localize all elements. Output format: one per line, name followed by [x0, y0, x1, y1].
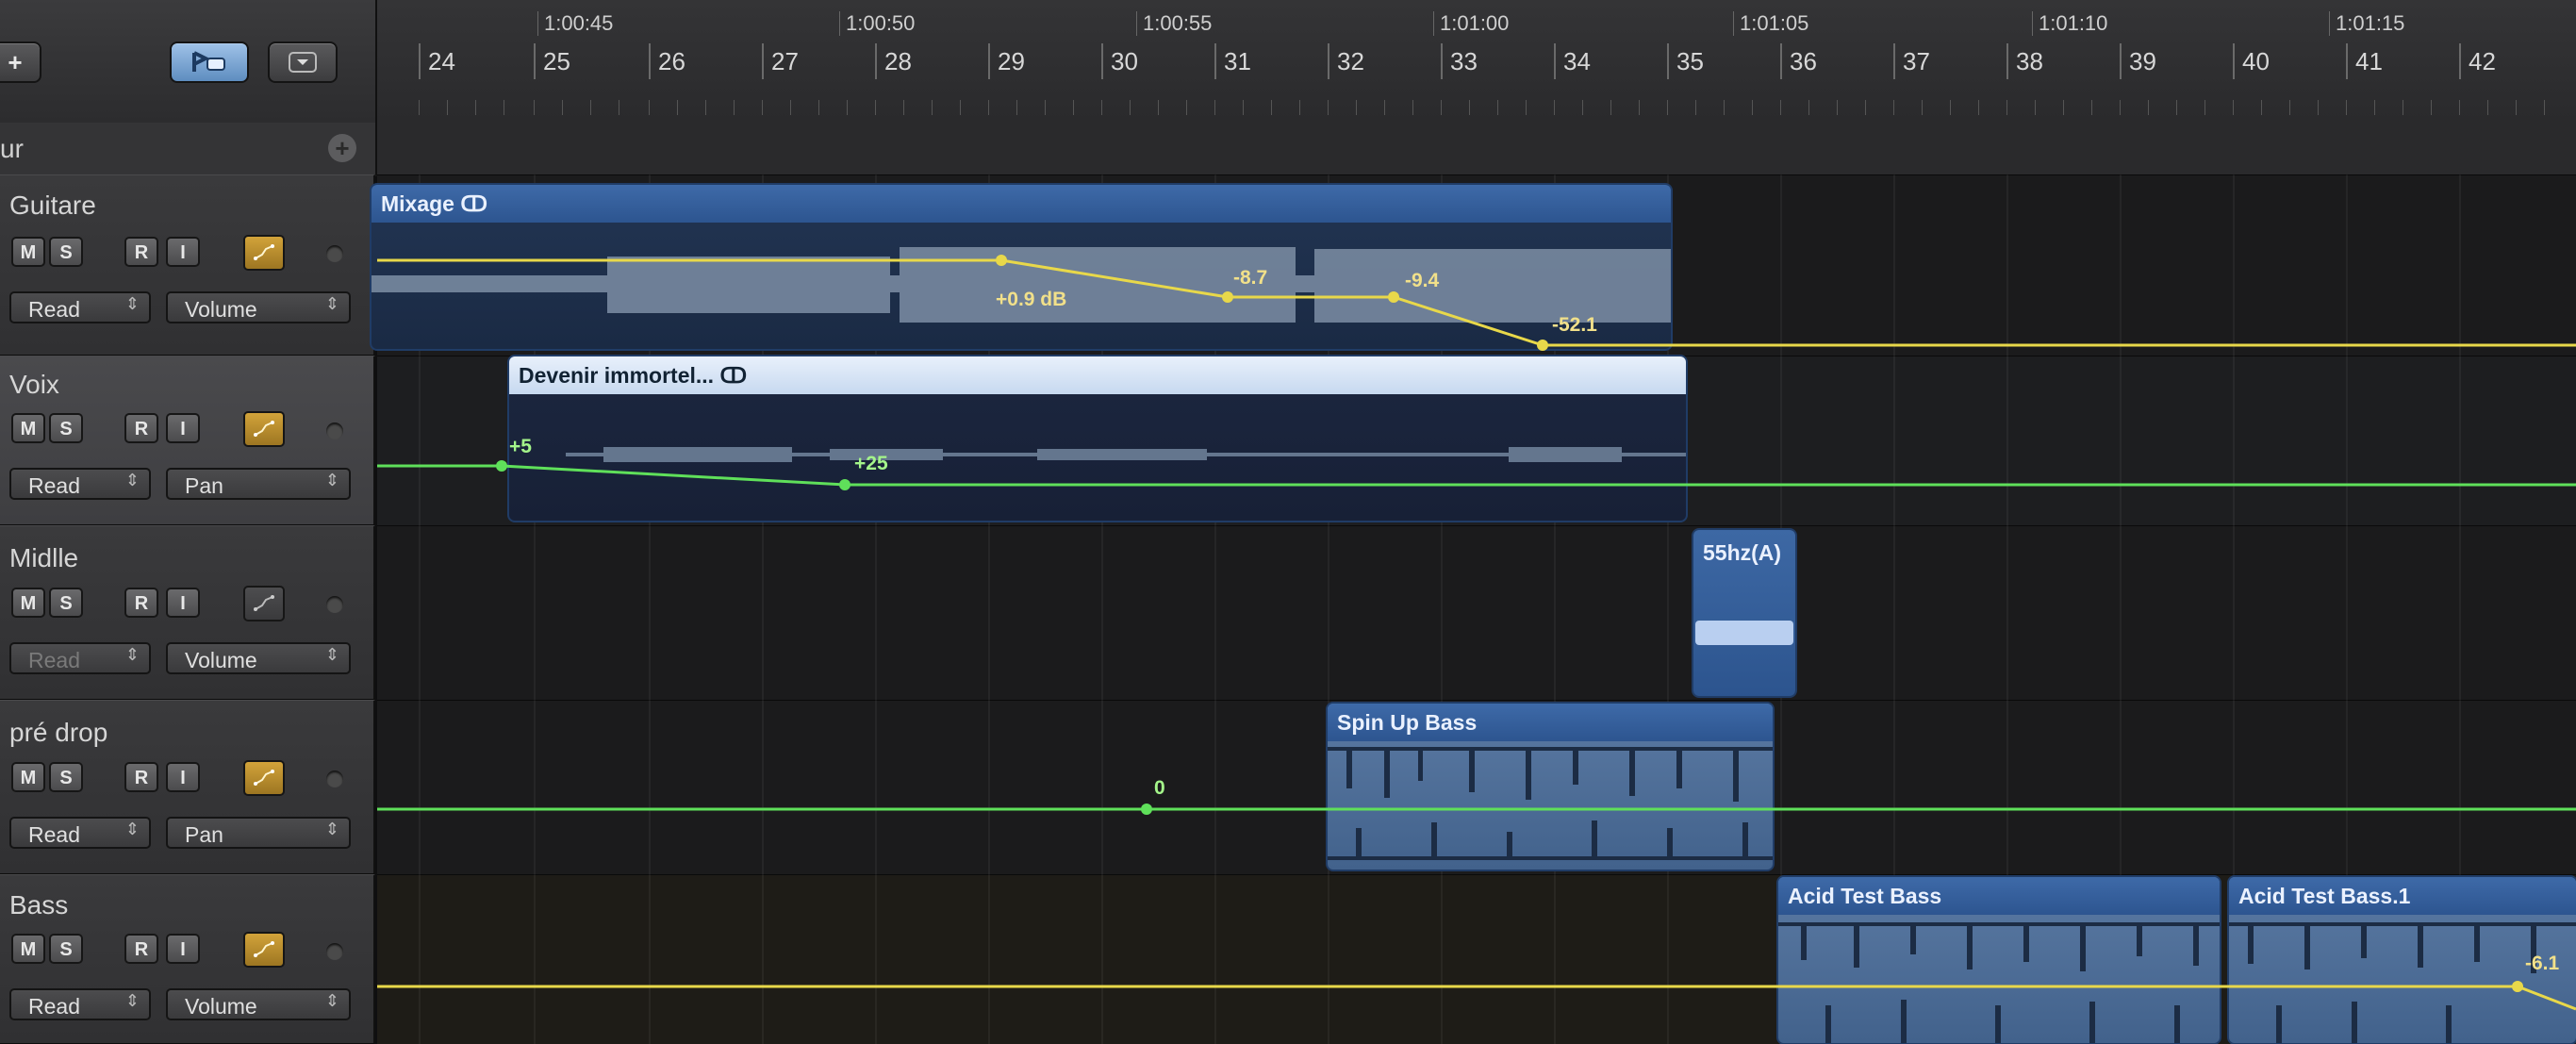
- automation-node: [1141, 804, 1152, 815]
- automation-node: [2512, 981, 2523, 992]
- voix-pan-line: [377, 464, 2576, 487]
- logic-tracks-area: + ur + 1:00:45 1:00:50 1:00:55 1:01:00 1…: [0, 0, 2576, 1044]
- automation-overlay: [377, 255, 2576, 1011]
- automation-node: [1388, 291, 1399, 303]
- automation-node: [1537, 340, 1548, 351]
- automation-value-label: +5: [509, 436, 532, 457]
- automation-value-label: 0: [1154, 777, 1165, 799]
- automation-node: [839, 479, 850, 490]
- automation-value-label: +0.9 dB: [996, 289, 1067, 310]
- guitare-volume-line: [377, 258, 2576, 347]
- automation-value-label: -6.1: [2525, 953, 2560, 974]
- automation-node: [996, 255, 1007, 266]
- automation-value-label: -8.7: [1233, 267, 1268, 289]
- bass-volume-line: [377, 985, 2576, 1011]
- automation-value-label: -52.1: [1552, 314, 1597, 336]
- automation-value-label: -9.4: [1405, 270, 1440, 291]
- automation-value-label: +25: [854, 453, 888, 474]
- automation-node: [496, 460, 507, 472]
- automation-node: [1222, 291, 1233, 303]
